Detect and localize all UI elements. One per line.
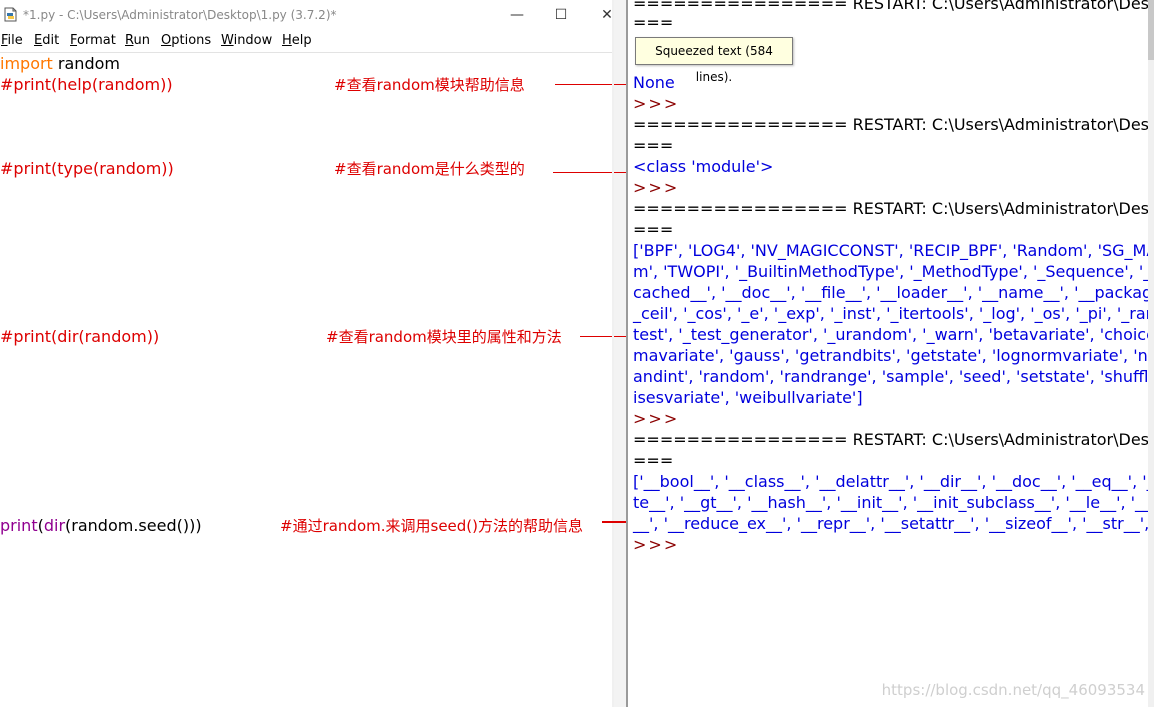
shell-output: cached__', '__doc__', '__file__', '__loa… bbox=[633, 283, 1154, 302]
shell-line: === bbox=[633, 13, 674, 32]
shell-output: ['__bool__', '__class__', '__delattr__',… bbox=[633, 472, 1154, 491]
shell-output: None bbox=[633, 73, 675, 92]
shell-line: ================ RESTART: C:\Users\Admin… bbox=[633, 0, 1154, 13]
shell-prompt: >>> bbox=[633, 94, 680, 113]
annotation-arrow-seed bbox=[602, 521, 628, 523]
menu-divider bbox=[0, 52, 614, 53]
shell-prompt[interactable]: >>> bbox=[633, 534, 679, 555]
menu-edit[interactable]: Edit bbox=[34, 33, 59, 48]
editor-title-bar[interactable]: *1.py - C:\Users\Administrator\Desktop\1… bbox=[0, 0, 614, 30]
code-line-help-comment[interactable]: #print(help(random)) bbox=[0, 75, 173, 95]
shell-scrollbar-thumb[interactable] bbox=[1148, 0, 1154, 60]
code-line-print-dir-seed[interactable]: print(dir(random.seed())) bbox=[0, 516, 202, 536]
annotation-seed: #通过random.来调用seed()方法的帮助信息 bbox=[280, 517, 584, 535]
menu-options[interactable]: Options bbox=[161, 33, 211, 48]
shell-output: <class 'module'> bbox=[633, 157, 774, 176]
shell-window: ================ RESTART: C:\Users\Admin… bbox=[628, 0, 1154, 707]
editor-window-title: *1.py - C:\Users\Administrator\Desktop\1… bbox=[23, 8, 337, 22]
menu-help[interactable]: Help bbox=[282, 33, 312, 48]
annotation-arrow-dir bbox=[580, 336, 614, 337]
annotation-type: #查看random是什么类型的 bbox=[334, 160, 525, 178]
shell-output: _ceil', '_cos', '_e', '_exp', '_inst', '… bbox=[633, 304, 1154, 323]
code-line-dir-comment[interactable]: #print(dir(random)) bbox=[0, 327, 159, 347]
code-line-type-comment[interactable]: #print(type(random)) bbox=[0, 159, 174, 179]
minimize-button[interactable]: — bbox=[494, 0, 540, 30]
shell-output: andint', 'random', 'randrange', 'sample'… bbox=[633, 367, 1154, 386]
python-file-icon bbox=[4, 7, 17, 22]
shell-scrollbar[interactable] bbox=[1148, 0, 1154, 707]
menu-window[interactable]: Window bbox=[221, 33, 272, 48]
annotation-arrow-type bbox=[553, 172, 614, 173]
menu-run[interactable]: Run bbox=[125, 33, 150, 48]
editor-window: *1.py - C:\Users\Administrator\Desktop\1… bbox=[0, 0, 614, 707]
shell-line: ================ RESTART: C:\Users\Admin… bbox=[633, 115, 1154, 134]
shell-line: ================ RESTART: C:\Users\Admin… bbox=[633, 199, 1154, 218]
menu-file[interactable]: File bbox=[1, 33, 23, 48]
maximize-button[interactable]: ☐ bbox=[538, 0, 584, 30]
shell-prompt: >>> bbox=[633, 178, 680, 197]
shell-prompt: >>> bbox=[633, 409, 680, 428]
close-button[interactable]: ✕ bbox=[584, 0, 614, 30]
shell-output: mavariate', 'gauss', 'getrandbits', 'get… bbox=[633, 346, 1154, 365]
annotation-help: #查看random模块帮助信息 bbox=[334, 76, 525, 94]
shell-output: ['BPF', 'LOG4', 'NV_MAGICCONST', 'RECIP_… bbox=[633, 241, 1154, 260]
squeezed-text-tooltip[interactable]: Squeezed text (584 lines). bbox=[635, 37, 793, 84]
code-line-import[interactable]: import random bbox=[0, 54, 120, 74]
shell-line: === bbox=[633, 220, 674, 239]
shell-line: === bbox=[633, 136, 674, 155]
watermark: https://blog.csdn.net/qq_46093534 bbox=[881, 681, 1145, 699]
annotation-dir: #查看random模块里的属性和方法 bbox=[326, 328, 562, 346]
shell-output: m', 'TWOPI', '_BuiltinMethodType', '_Met… bbox=[633, 262, 1154, 281]
annotation-arrow-help bbox=[555, 84, 614, 85]
menu-format[interactable]: Format bbox=[70, 33, 116, 48]
shell-line: ================ RESTART: C:\Users\Admin… bbox=[633, 430, 1154, 449]
shell-output: test', '_test_generator', '_urandom', '_… bbox=[633, 325, 1154, 344]
shell-output: isesvariate', 'weibullvariate'] bbox=[633, 388, 863, 407]
editor-menu-bar: File Edit Format Run Options Window Help bbox=[0, 31, 614, 51]
shell-line: === bbox=[633, 451, 674, 470]
shell-output: te__', '__gt__', '__hash__', '__init__',… bbox=[633, 493, 1154, 512]
shell-output: __', '__reduce_ex__', '__repr__', '__set… bbox=[633, 514, 1154, 533]
